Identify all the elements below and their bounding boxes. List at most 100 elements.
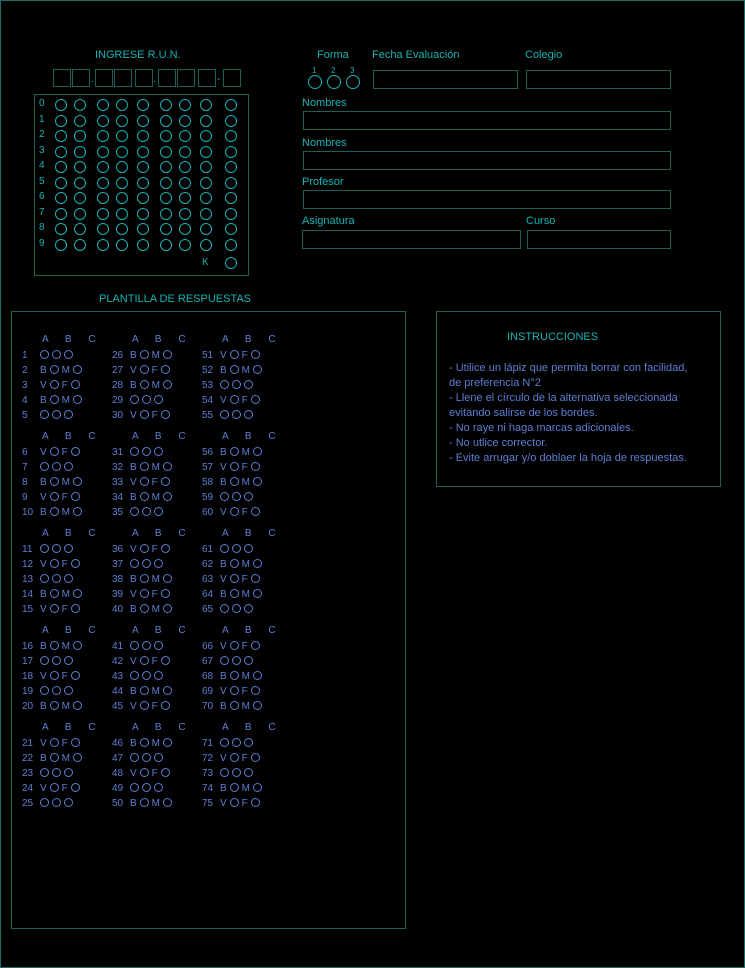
- run-bubble[interactable]: [200, 114, 212, 127]
- answer-bubble[interactable]: [232, 656, 241, 665]
- answer-bubble[interactable]: [40, 410, 49, 419]
- run-bubble[interactable]: [179, 114, 191, 127]
- answer-bubble[interactable]: [232, 604, 241, 613]
- answer-bubble[interactable]: [220, 738, 229, 747]
- run-bubble[interactable]: [116, 130, 128, 142]
- run-bubble[interactable]: [97, 99, 109, 111]
- answer-bubble[interactable]: [154, 507, 163, 516]
- answer-bubble[interactable]: [142, 671, 151, 680]
- answer-bubble[interactable]: [229, 798, 239, 807]
- asignatura-field[interactable]: [302, 230, 521, 249]
- answer-bubble[interactable]: [142, 507, 151, 516]
- run-bubble[interactable]: [225, 192, 237, 204]
- run-bubble[interactable]: [137, 130, 149, 142]
- answer-bubble[interactable]: [70, 783, 80, 792]
- run-bubble[interactable]: [116, 223, 128, 235]
- answer-bubble[interactable]: [229, 589, 239, 598]
- answer-bubble[interactable]: [64, 768, 73, 777]
- answer-bubble[interactable]: [253, 447, 263, 456]
- answer-bubble[interactable]: [253, 701, 263, 710]
- answer-bubble[interactable]: [49, 589, 59, 598]
- run-bubble[interactable]: [116, 161, 128, 173]
- run-bubble[interactable]: [55, 145, 67, 158]
- answer-bubble[interactable]: [229, 477, 239, 486]
- answer-bubble[interactable]: [232, 544, 241, 553]
- forma-option-bubble[interactable]: [346, 75, 360, 89]
- answer-bubble[interactable]: [154, 753, 163, 762]
- answer-bubble[interactable]: [40, 686, 49, 695]
- run-bubble[interactable]: [74, 238, 86, 251]
- run-bubble[interactable]: [116, 238, 128, 251]
- run-digit-box[interactable]: [114, 69, 132, 87]
- answer-bubble[interactable]: [163, 574, 173, 583]
- run-bubble[interactable]: [55, 176, 67, 189]
- answer-bubble[interactable]: [154, 641, 163, 650]
- answer-bubble[interactable]: [49, 701, 59, 710]
- answer-bubble[interactable]: [139, 589, 149, 598]
- run-bubble[interactable]: [200, 223, 212, 235]
- profesor-field[interactable]: [303, 190, 671, 209]
- run-bubble[interactable]: [97, 130, 109, 142]
- run-bubble[interactable]: [179, 145, 191, 158]
- run-bubble[interactable]: [179, 192, 191, 204]
- answer-bubble[interactable]: [130, 671, 139, 680]
- answer-bubble[interactable]: [253, 671, 263, 680]
- run-bubble[interactable]: [179, 207, 191, 220]
- run-bubble[interactable]: [74, 114, 86, 127]
- answer-bubble[interactable]: [250, 395, 260, 404]
- run-bubble[interactable]: [74, 192, 86, 204]
- answer-bubble[interactable]: [232, 768, 241, 777]
- answer-bubble[interactable]: [70, 671, 80, 680]
- answer-bubble[interactable]: [160, 589, 170, 598]
- answer-bubble[interactable]: [139, 701, 149, 710]
- answer-bubble[interactable]: [40, 768, 49, 777]
- answer-bubble[interactable]: [229, 447, 239, 456]
- answer-bubble[interactable]: [49, 492, 59, 501]
- run-bubble[interactable]: [55, 114, 67, 127]
- run-bubble[interactable]: [74, 99, 86, 111]
- curso-field[interactable]: [527, 230, 671, 249]
- answer-bubble[interactable]: [250, 753, 260, 762]
- answer-bubble[interactable]: [163, 738, 173, 747]
- answer-bubble[interactable]: [139, 477, 149, 486]
- run-bubble[interactable]: [116, 207, 128, 220]
- answer-bubble[interactable]: [139, 686, 149, 695]
- run-bubble[interactable]: [160, 207, 172, 220]
- answer-bubble[interactable]: [253, 559, 263, 568]
- answer-bubble[interactable]: [220, 380, 229, 389]
- run-bubble[interactable]: [116, 145, 128, 158]
- answer-bubble[interactable]: [160, 768, 170, 777]
- fecha-field[interactable]: [373, 70, 518, 89]
- answer-bubble[interactable]: [142, 559, 151, 568]
- answer-bubble[interactable]: [232, 738, 241, 747]
- answer-bubble[interactable]: [64, 462, 73, 471]
- answer-bubble[interactable]: [139, 462, 149, 471]
- answer-bubble[interactable]: [154, 783, 163, 792]
- answer-bubble[interactable]: [40, 350, 49, 359]
- answer-bubble[interactable]: [70, 559, 80, 568]
- run-bubble[interactable]: [225, 114, 237, 127]
- answer-bubble[interactable]: [73, 641, 83, 650]
- answer-bubble[interactable]: [253, 477, 263, 486]
- answer-bubble[interactable]: [52, 798, 61, 807]
- answer-bubble[interactable]: [49, 395, 59, 404]
- answer-bubble[interactable]: [253, 589, 263, 598]
- run-bubble[interactable]: [137, 161, 149, 173]
- answer-bubble[interactable]: [244, 604, 253, 613]
- answer-bubble[interactable]: [52, 462, 61, 471]
- run-digit-box[interactable]: [135, 69, 153, 87]
- answer-bubble[interactable]: [229, 686, 239, 695]
- run-bubble[interactable]: [137, 223, 149, 235]
- answer-bubble[interactable]: [244, 768, 253, 777]
- run-bubble[interactable]: [160, 99, 172, 111]
- answer-bubble[interactable]: [40, 656, 49, 665]
- answer-bubble[interactable]: [139, 492, 149, 501]
- answer-bubble[interactable]: [160, 410, 170, 419]
- answer-bubble[interactable]: [229, 395, 239, 404]
- answer-bubble[interactable]: [229, 701, 239, 710]
- run-bubble[interactable]: [97, 207, 109, 220]
- answer-bubble[interactable]: [70, 492, 80, 501]
- run-bubble[interactable]: [200, 161, 212, 173]
- answer-bubble[interactable]: [163, 798, 173, 807]
- run-bubble[interactable]: [74, 176, 86, 189]
